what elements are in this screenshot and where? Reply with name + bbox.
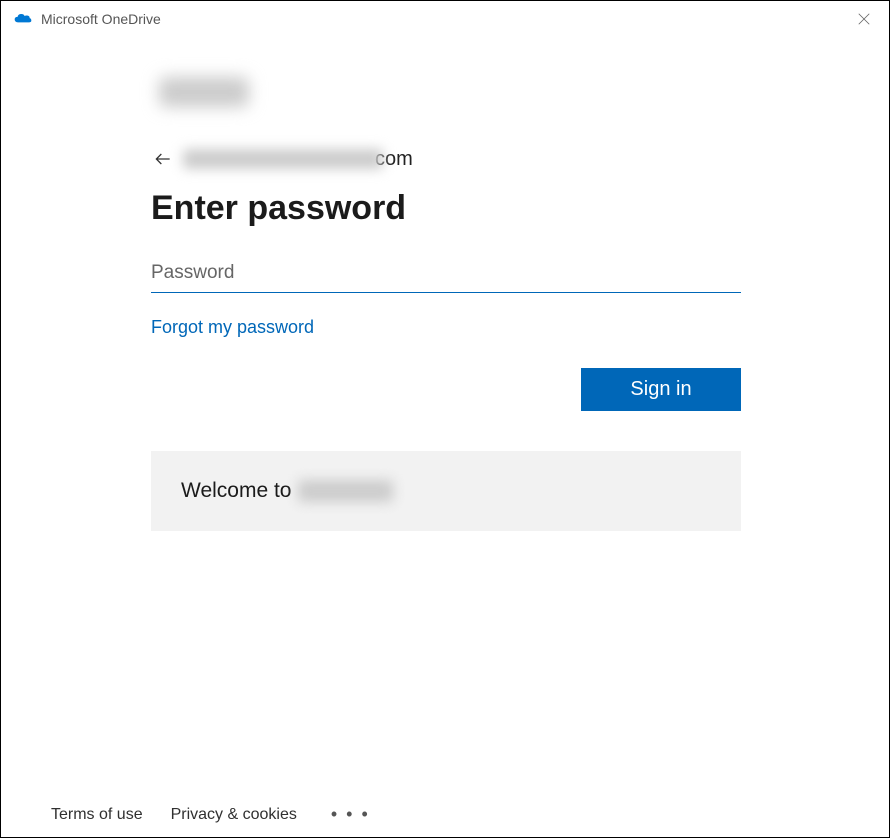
password-input[interactable] [151, 256, 741, 293]
welcome-text: Welcome to [181, 479, 292, 503]
email-redacted [183, 149, 383, 169]
close-button[interactable] [849, 4, 879, 34]
signin-button[interactable]: Sign in [581, 368, 741, 411]
close-icon [857, 12, 871, 26]
page-heading: Enter password [151, 189, 741, 228]
onedrive-cloud-icon [13, 9, 33, 29]
arrow-left-icon [153, 149, 173, 169]
identity-row: com [151, 147, 741, 171]
window-title: Microsoft OneDrive [41, 11, 161, 27]
terms-link[interactable]: Terms of use [51, 806, 143, 824]
privacy-link[interactable]: Privacy & cookies [171, 806, 297, 824]
forgot-password-link[interactable]: Forgot my password [151, 317, 314, 338]
titlebar: Microsoft OneDrive [1, 1, 889, 37]
more-options-button[interactable]: • • • [325, 804, 376, 825]
tenant-name-redacted [298, 480, 393, 502]
footer: Terms of use Privacy & cookies • • • [51, 804, 376, 825]
main-content: com Enter password Forgot my password Si… [1, 37, 889, 531]
signin-form: com Enter password Forgot my password Si… [151, 77, 741, 531]
button-row: Sign in [151, 368, 741, 411]
back-button[interactable] [151, 147, 175, 171]
ellipsis-icon: • • • [331, 804, 370, 824]
welcome-banner: Welcome to [151, 451, 741, 531]
tenant-logo [159, 77, 249, 107]
